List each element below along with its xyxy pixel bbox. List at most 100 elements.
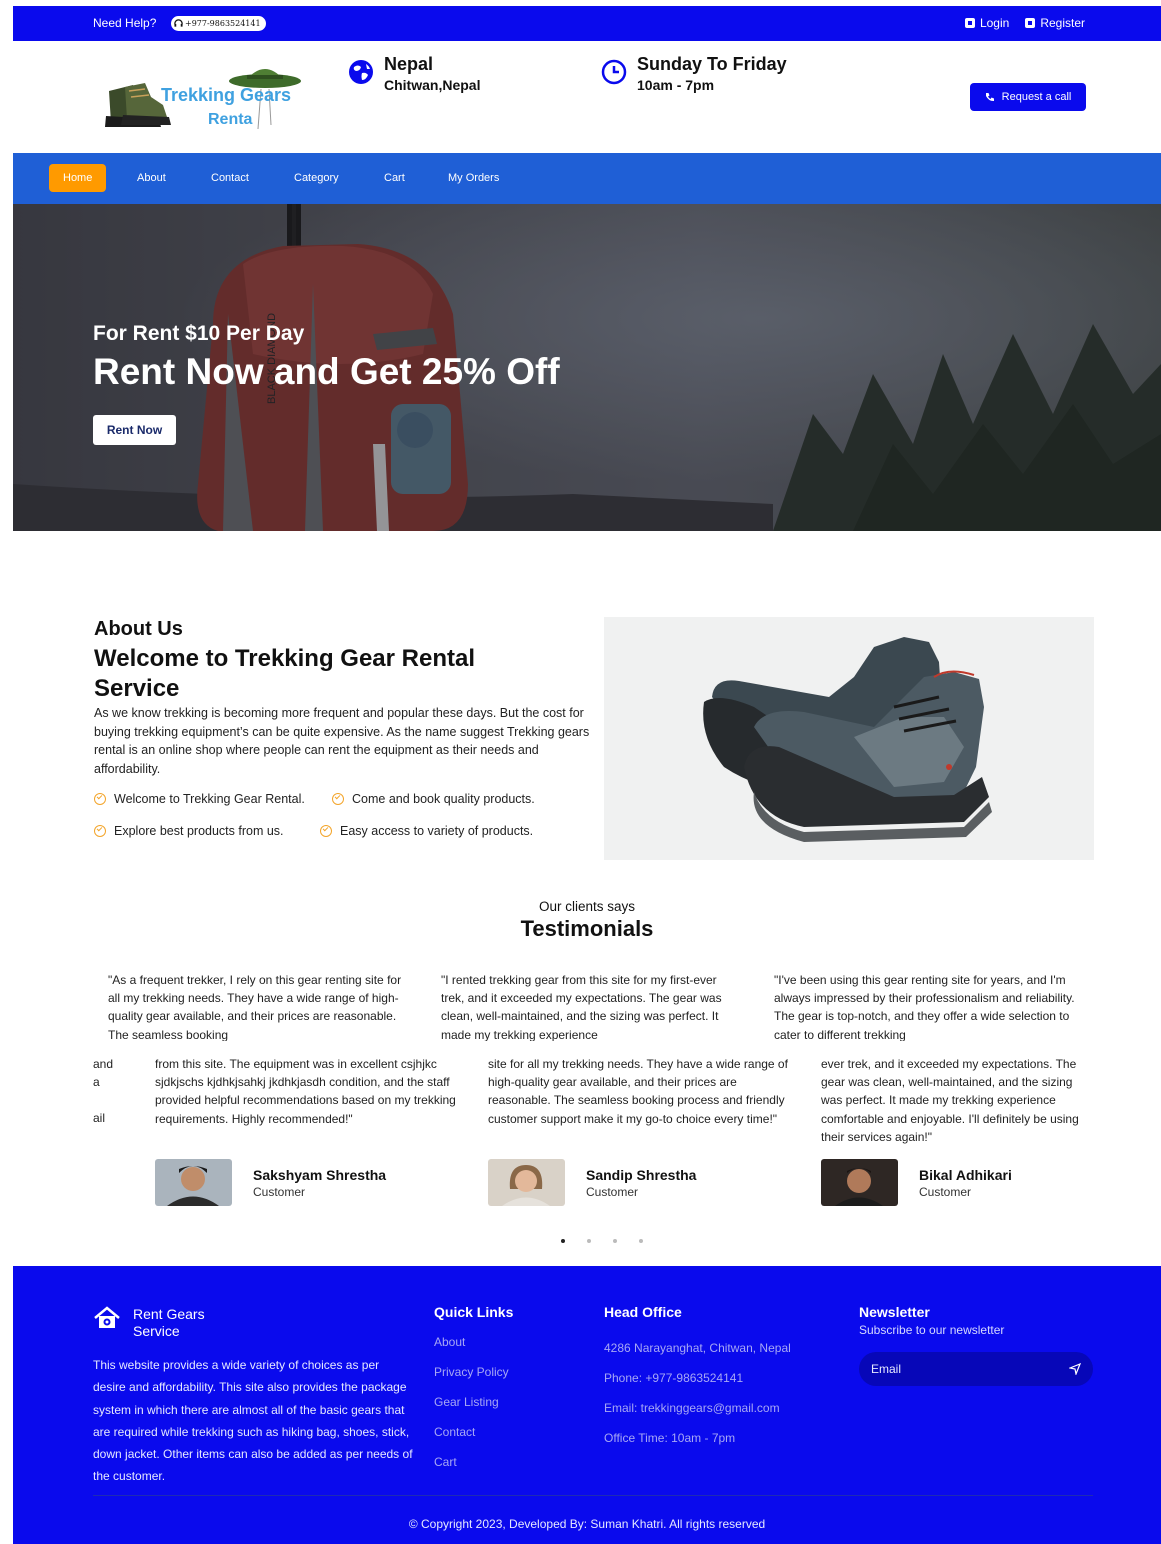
person-role: Customer [253, 1185, 306, 1199]
office-address: 4286 Narayanghat, Chitwan, Nepal [604, 1341, 791, 1355]
avatar [821, 1159, 898, 1206]
site-footer: Rent Gears Service This website provides… [13, 1266, 1161, 1544]
newsletter-email-input[interactable]: Email [859, 1352, 1093, 1386]
phone-number: +977-9863524141 [185, 19, 261, 28]
site-logo[interactable]: Trekking Gears Renta [101, 61, 301, 141]
avatar [155, 1159, 232, 1206]
office-email: Email: trekkinggears@gmail.com [604, 1401, 780, 1415]
page: Need Help? +977-9863524141 Login Registe… [13, 6, 1161, 1544]
footer-brand: Rent Gears Service [93, 1306, 205, 1340]
testimonial-edge-fragment: ail [93, 1111, 106, 1125]
nav-item-home[interactable]: Home [49, 164, 107, 192]
carousel-dots [561, 1239, 643, 1243]
check-text: Easy access to variety of products. [340, 824, 534, 838]
login-icon [964, 18, 975, 28]
footer-link-privacy-policy[interactable]: Privacy Policy [434, 1365, 509, 1379]
logo-text-2: Renta [208, 111, 253, 128]
carousel-dot[interactable] [639, 1239, 643, 1243]
clock-icon [601, 59, 627, 85]
nav-item-cart[interactable]: Cart [384, 164, 405, 192]
register-link[interactable]: Register [1025, 16, 1085, 30]
about-check-1: Welcome to Trekking Gear Rental. [94, 792, 305, 806]
check-circle-icon [320, 825, 332, 837]
person-role: Customer [919, 1185, 972, 1199]
location-title: Nepal [384, 54, 434, 74]
logo-graphic: Trekking Gears Renta [105, 69, 301, 130]
footer-link-contact[interactable]: Contact [434, 1425, 475, 1439]
footer-description: This website provides a wide variety of … [93, 1358, 413, 1484]
rent-now-button[interactable]: Rent Now [93, 415, 176, 445]
hours-title: Sunday To Friday [637, 54, 787, 74]
send-icon[interactable] [1069, 1363, 1081, 1375]
login-link[interactable]: Login [964, 16, 1010, 30]
about-check-4: Easy access to variety of products. [320, 824, 533, 838]
about-check-2: Come and book quality products. [332, 792, 535, 806]
request-call-button[interactable]: Request a call [970, 83, 1086, 111]
person-name: Sandip Shrestha [586, 1167, 697, 1183]
testimonials-label: Our clients says [538, 899, 636, 914]
check-text: Welcome to Trekking Gear Rental. [114, 792, 305, 806]
hours-sub: 10am - 7pm [637, 77, 715, 93]
footer-link-about[interactable]: About [434, 1335, 465, 1349]
testimonial-person: Bikal Adhikari Customer [821, 1159, 1012, 1206]
need-help-label: Need Help? [93, 16, 157, 30]
headset-icon [174, 19, 183, 27]
office-time: Office Time: 10am - 7pm [604, 1431, 736, 1445]
main-nav: Home About Contact Category Cart My Orde… [13, 153, 1161, 204]
testimonial-quote: "I rented trekking gear from this site f… [441, 973, 722, 1041]
request-call-label: Request a call [1001, 91, 1072, 103]
shoe-graphic [703, 637, 992, 842]
hero-title: Rent Now and Get 25% Off [93, 351, 560, 392]
hero-banner: BLACK DIAMOND For Rent $10 Per Day Rent … [13, 204, 1161, 531]
newsletter-sub: Subscribe to our newsletter [859, 1323, 1005, 1337]
office-phone: Phone: +977-9863524141 [604, 1371, 744, 1385]
testimonial-quote: from this site. The equipment was in exc… [155, 1057, 456, 1126]
home-gear-icon [94, 1306, 120, 1328]
hours-block: Sunday To Friday 10am - 7pm [601, 54, 787, 93]
email-placeholder: Email [871, 1362, 902, 1376]
check-text: Come and book quality products. [352, 792, 535, 806]
phone-pill[interactable]: +977-9863524141 [171, 16, 266, 31]
nav-item-my-orders[interactable]: My Orders [448, 164, 499, 192]
nav-item-about[interactable]: About [137, 164, 166, 192]
about-label: About Us [94, 618, 183, 640]
check-circle-icon [332, 793, 344, 805]
top-bar: Need Help? +977-9863524141 Login Registe… [13, 6, 1161, 41]
newsletter-title: Newsletter [859, 1304, 930, 1320]
logo-text-1: Trekking Gears [161, 85, 291, 105]
phone-icon [985, 93, 994, 102]
register-icon [1025, 18, 1036, 28]
about-text: As we know trekking is becoming more fre… [94, 706, 590, 776]
person-name: Sakshyam Shrestha [253, 1167, 387, 1183]
testimonial-quote: "As a frequent trekker, I rely on this g… [108, 973, 402, 1041]
footer-link-gear-listing[interactable]: Gear Listing [434, 1395, 499, 1409]
nav-item-category[interactable]: Category [294, 164, 339, 192]
footer-brand-line2: Service [133, 1323, 180, 1339]
carousel-dot[interactable] [587, 1239, 591, 1243]
location-block: Nepal Chitwan,Nepal [348, 54, 480, 93]
carousel-dot[interactable] [561, 1239, 565, 1243]
person-role: Customer [586, 1185, 639, 1199]
testimonial-quote: "I've been using this gear renting site … [774, 973, 1075, 1041]
testimonial-edge-fragment: a [93, 1075, 100, 1089]
hero-subtitle: For Rent $10 Per Day [93, 322, 305, 345]
about-shoe-image [604, 617, 1094, 860]
testimonial-edge-fragment: and [93, 1057, 114, 1071]
copyright: © Copyright 2023, Developed By: Suman Kh… [408, 1517, 766, 1531]
auth-links: Login Register [964, 16, 1085, 30]
nav-item-contact[interactable]: Contact [211, 164, 249, 192]
check-circle-icon [94, 793, 106, 805]
about-check-3: Explore best products from us. [94, 824, 284, 838]
testimonial-person: Sakshyam Shrestha Customer [155, 1159, 386, 1206]
login-label: Login [979, 16, 1010, 30]
testimonials-title: Testimonials [520, 916, 654, 941]
footer-divider [93, 1495, 1093, 1496]
quick-links-title: Quick Links [434, 1304, 514, 1320]
check-circle-icon [94, 825, 106, 837]
carousel-dot[interactable] [613, 1239, 617, 1243]
location-sub: Chitwan,Nepal [384, 77, 481, 93]
footer-link-cart[interactable]: Cart [434, 1455, 457, 1469]
globe-icon [349, 60, 373, 84]
testimonial-quote: site for all my trekking needs. They hav… [488, 1057, 788, 1126]
testimonial-quote: ever trek, and it exceeded my expectatio… [821, 1057, 1079, 1144]
